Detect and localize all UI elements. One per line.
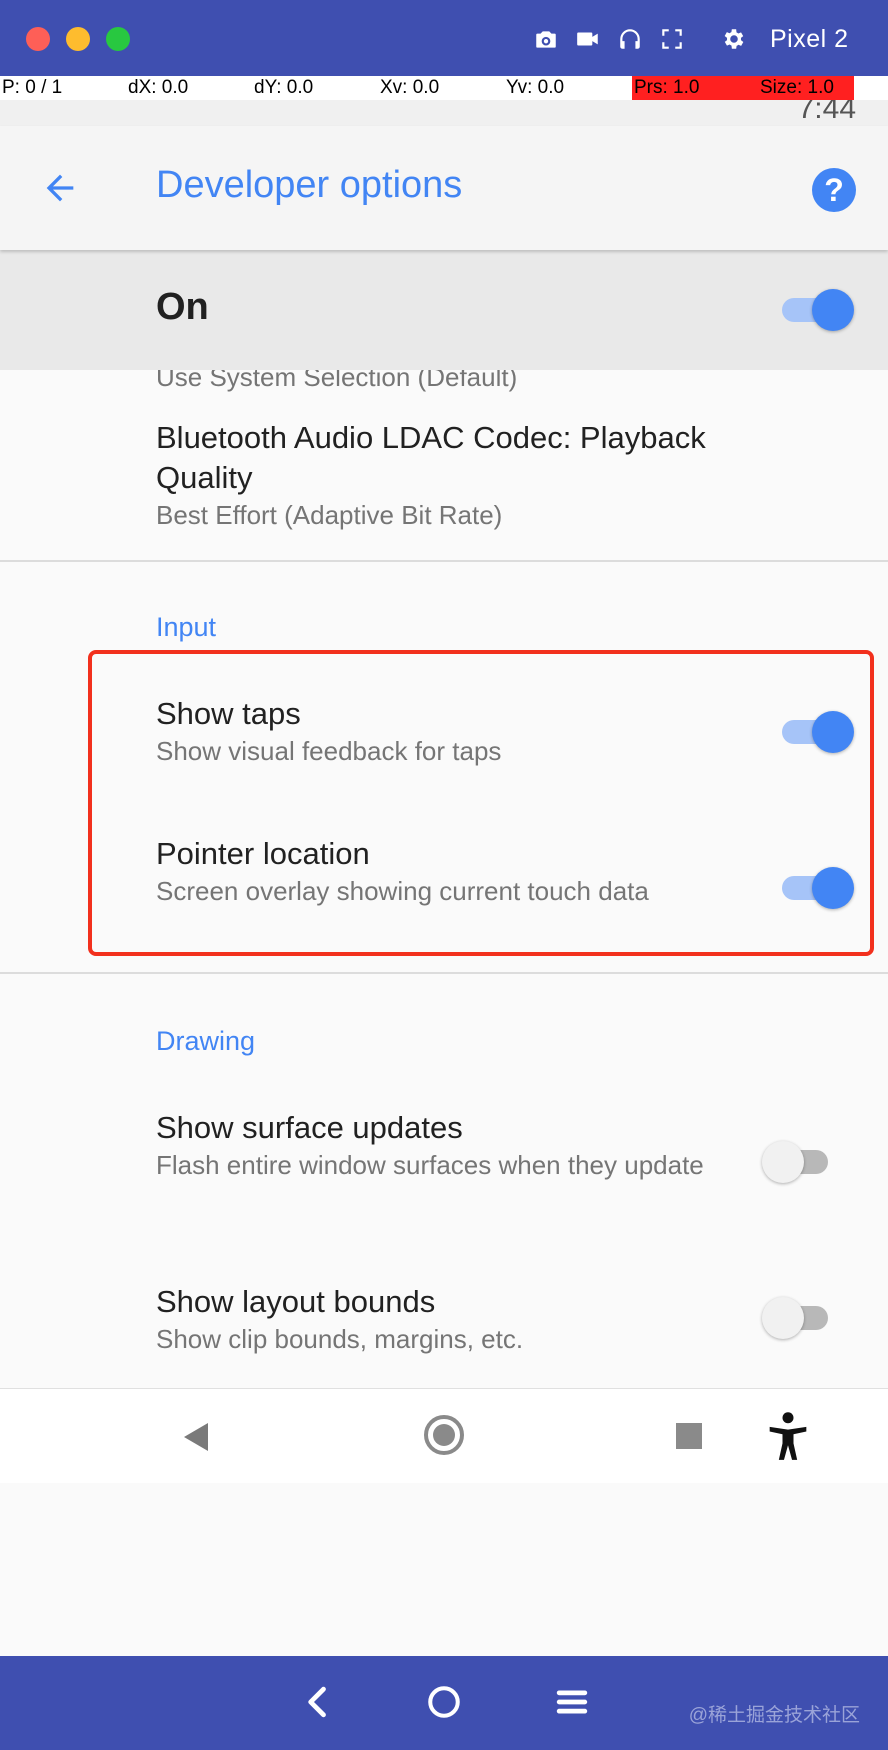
layout-bounds-toggle[interactable]	[762, 1297, 832, 1339]
surface-updates-toggle[interactable]	[762, 1141, 832, 1183]
divider	[0, 972, 888, 974]
android-nav-bar	[0, 1388, 888, 1483]
pointer-dx: dX: 0.0	[128, 77, 189, 98]
emulator-titlebar: Pixel 2	[0, 0, 888, 76]
device-name: Pixel 2	[770, 25, 849, 53]
master-switch-bar[interactable]: On	[0, 250, 888, 370]
close-window-button[interactable]	[26, 27, 50, 51]
minimize-window-button[interactable]	[66, 27, 90, 51]
device-screen[interactable]: P: 0 / 1 dX: 0.0 dY: 0.0 Xv: 0.0 Yv: 0.0…	[0, 76, 888, 1656]
camera-icon[interactable]	[528, 22, 564, 56]
ldac-quality-item[interactable]: Bluetooth Audio LDAC Codec: Playback Qua…	[156, 418, 776, 533]
nav-home-icon[interactable]	[424, 1415, 464, 1455]
accessibility-icon[interactable]	[766, 1411, 810, 1463]
nav-recents-icon[interactable]	[676, 1423, 702, 1449]
app-bar: Developer options ?	[0, 126, 888, 250]
item-summary: Show clip bounds, margins, etc.	[156, 1324, 524, 1354]
item-summary: Flash entire window surfaces when they u…	[156, 1150, 704, 1180]
help-icon[interactable]: ?	[812, 168, 856, 212]
item-title: Show surface updates	[156, 1110, 463, 1145]
pointer-xv: Xv: 0.0	[380, 77, 440, 98]
fullscreen-icon[interactable]	[654, 22, 690, 56]
divider	[0, 560, 888, 562]
layout-bounds-item[interactable]: Show layout bounds Show clip bounds, mar…	[156, 1282, 776, 1357]
pointer-pressure: Prs: 1.0	[634, 77, 700, 98]
gear-icon[interactable]	[716, 22, 752, 56]
headphones-icon[interactable]	[612, 22, 648, 56]
back-arrow-icon[interactable]	[40, 168, 80, 208]
master-switch-label: On	[156, 286, 209, 328]
category-input: Input	[156, 612, 217, 642]
highlight-box	[88, 650, 874, 956]
pointer-location-overlay: P: 0 / 1 dX: 0.0 dY: 0.0 Xv: 0.0 Yv: 0.0…	[0, 76, 888, 100]
watermark: @稀土掘金技术社区	[688, 1705, 860, 1726]
item-title: Show layout bounds	[156, 1284, 436, 1319]
item-summary: Best Effort (Adaptive Bit Rate)	[156, 500, 503, 530]
video-icon[interactable]	[570, 22, 606, 56]
status-bar: 7:44	[0, 92, 888, 126]
surface-updates-item[interactable]: Show surface updates Flash entire window…	[156, 1108, 716, 1183]
item-title: Bluetooth Audio LDAC Codec: Playback Qua…	[156, 420, 706, 495]
emulator-bottom-bar: @稀土掘金技术社区	[0, 1656, 888, 1750]
home-icon[interactable]	[422, 1680, 466, 1724]
category-drawing: Drawing	[156, 1026, 256, 1056]
pointer-count: P: 0 / 1	[2, 77, 63, 98]
back-icon[interactable]	[296, 1680, 340, 1724]
master-toggle[interactable]	[782, 289, 854, 331]
pointer-dy: dY: 0.0	[254, 77, 314, 98]
pointer-yv: Yv: 0.0	[506, 77, 565, 98]
zoom-window-button[interactable]	[106, 27, 130, 51]
pointer-size: Size: 1.0	[760, 77, 834, 98]
page-title: Developer options	[156, 164, 463, 206]
nav-back-icon[interactable]	[184, 1423, 208, 1451]
menu-icon[interactable]	[550, 1680, 594, 1724]
